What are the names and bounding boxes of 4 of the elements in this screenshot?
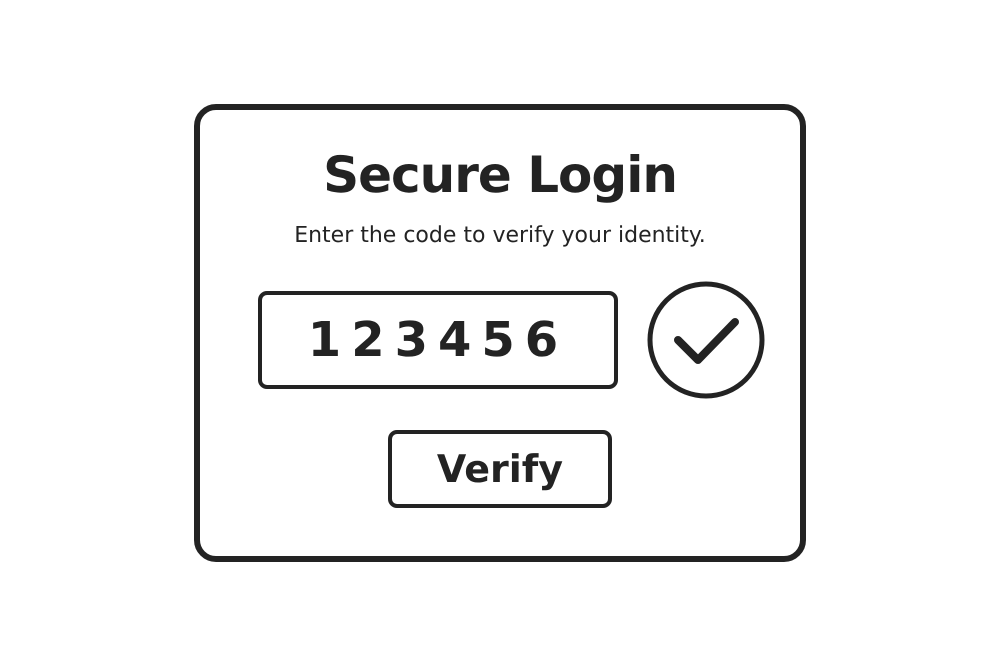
code-field[interactable]: 123456 xyxy=(258,290,618,388)
dialog-title: Secure Login xyxy=(323,148,677,202)
verify-button[interactable]: Verify xyxy=(388,430,612,508)
instruction-text: Enter the code to verify your identity. xyxy=(294,222,706,248)
